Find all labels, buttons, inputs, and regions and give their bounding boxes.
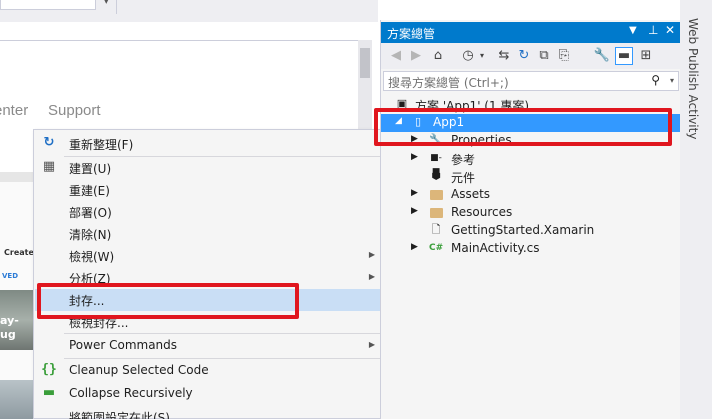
menu-item-view[interactable]: 檢視(W) ▶ [35, 245, 385, 267]
menu-item-label: 部署(O) [69, 206, 112, 220]
expand-arrow-icon[interactable]: ▶ [411, 242, 418, 252]
menu-item-collapse[interactable]: ▬ Collapse Recursively [35, 383, 385, 405]
tree-item-getting-started[interactable]: 🗋 GettingStarted.Xamarin [381, 222, 681, 240]
context-menu: ↻ 重新整理(F) ▦ 建置(U) 重建(E) 部署(O) 清除(N) 檢視(W… [33, 129, 386, 419]
dropdown-arrow-icon[interactable]: ▾ [473, 47, 491, 65]
menu-item-rebuild[interactable]: 重建(E) [35, 179, 385, 201]
menu-item-label: Collapse Recursively [69, 386, 193, 400]
preview-tab: VED [2, 272, 19, 280]
menu-item-label: 重新整理(F) [69, 138, 134, 152]
references-icon: ■-■ [430, 153, 442, 177]
editor-toolbar: ▾ [0, 0, 378, 22]
folder-icon [429, 205, 443, 219]
menu-separator [64, 358, 384, 359]
menu-item-scope-here[interactable]: 將範圍設定在此(S) [35, 406, 385, 419]
collapse-icon: ▬ [42, 385, 56, 400]
toolbar-divider [116, 0, 117, 14]
search-solution-input[interactable]: 搜尋方案總管 (Ctrl+;) ⚲ ▾ [383, 71, 679, 91]
web-nav-support-link[interactable]: Support [48, 102, 101, 119]
menu-item-cleanup-code[interactable]: {} Cleanup Selected Code [35, 360, 385, 382]
preview-selected-icon[interactable]: ▬ [615, 47, 633, 65]
braces-icon: {} [41, 362, 57, 377]
collapse-all-icon[interactable]: ⧉ [535, 47, 553, 65]
scrollbar-thumb[interactable] [360, 48, 370, 78]
forward-icon[interactable]: ▶ [407, 47, 425, 65]
menu-item-label: 將範圍設定在此(S) [69, 411, 170, 419]
pin-icon[interactable]: ⊥ [648, 23, 658, 37]
tree-item-label: GettingStarted.Xamarin [451, 223, 595, 237]
preview-header: Create [4, 248, 34, 257]
menu-item-refresh[interactable]: ↻ 重新整理(F) [35, 133, 385, 155]
tree-item-label: MainActivity.cs [451, 241, 540, 255]
phone-preview: Create VED ay- ug [0, 172, 34, 419]
component-icon: ⬢ [431, 169, 441, 182]
tree-item-resources[interactable]: ▶ Resources [381, 204, 681, 222]
show-all-files-icon[interactable]: ⎘ [555, 47, 573, 65]
tree-item-references[interactable]: ▶ ■-■ 參考 [381, 150, 681, 177]
panel-title-bar: 方案總管 ▼ ⊥ ✕ [381, 22, 681, 43]
dropdown-arrow-icon[interactable]: ▾ [104, 0, 109, 7]
menu-item-clean[interactable]: 清除(N) [35, 223, 385, 245]
menu-item-label: 建置(U) [69, 162, 112, 176]
solution-explorer-panel: 方案總管 ▼ ⊥ ✕ ◀ ▶ ⌂ ◷ ▾ ⇆ ↻ ⧉ ⎘ 🔧 ▬ ⊞ 搜尋方案總… [380, 20, 681, 419]
folder-icon [429, 187, 443, 201]
tree-item-assets[interactable]: ▶ Assets [381, 186, 681, 204]
menu-item-build[interactable]: ▦ 建置(U) [35, 157, 385, 179]
expand-arrow-icon[interactable]: ▶ [411, 206, 418, 216]
sync-icon[interactable]: ⇆ [495, 47, 513, 65]
properties-wrench-icon[interactable]: 🔧 [593, 47, 611, 65]
close-icon[interactable]: ✕ [665, 23, 675, 37]
home-icon[interactable]: ⌂ [429, 47, 447, 65]
solution-explorer-toolbar: ◀ ▶ ⌂ ◷ ▾ ⇆ ↻ ⧉ ⎘ 🔧 ▬ ⊞ [381, 43, 681, 69]
back-icon[interactable]: ◀ [387, 47, 405, 65]
submenu-arrow-icon: ▶ [368, 340, 375, 349]
panel-title: 方案總管 [387, 27, 436, 41]
tree-item-components[interactable]: ⬢ 元件 [381, 168, 681, 186]
tree-item-label: Assets [451, 187, 491, 201]
tree-item-label: 元件 [451, 171, 476, 185]
menu-item-label: 重建(E) [69, 184, 110, 198]
navigation-combo[interactable] [0, 0, 96, 10]
web-nav-center-link[interactable]: enter [0, 102, 28, 119]
refresh-icon[interactable]: ↻ [515, 47, 533, 65]
menu-item-power-commands[interactable]: Power Commands ▶ [35, 335, 385, 357]
submenu-arrow-icon: ▶ [368, 272, 375, 281]
tree-item-label: Resources [451, 205, 513, 219]
submenu-arrow-icon: ▶ [368, 250, 375, 259]
build-icon: ▦ [42, 159, 56, 174]
preview-image-caption: ay- ug [0, 314, 19, 341]
search-placeholder: 搜尋方案總管 (Ctrl+;) [388, 76, 509, 90]
tree-item-label: 參考 [451, 153, 476, 167]
menu-item-label: 檢視(W) [69, 250, 115, 264]
menu-separator [64, 333, 384, 334]
annotation-highlight-archive [37, 283, 299, 319]
dropdown-arrow-icon[interactable]: ▾ [670, 76, 674, 85]
window-position-dropdown-icon[interactable]: ▼ [629, 25, 637, 36]
menu-item-label: Power Commands [69, 338, 178, 352]
menu-item-label: Cleanup Selected Code [69, 363, 209, 377]
file-icon: 🗋 [431, 223, 441, 236]
search-icon[interactable]: ⚲ [651, 73, 660, 87]
preview-status-bar [0, 172, 34, 182]
annotation-highlight-app1 [374, 108, 672, 146]
refresh-icon: ↻ [43, 135, 55, 150]
menu-item-label: 清除(N) [69, 228, 112, 242]
web-publish-activity-tab[interactable]: Web Publish Activity [686, 18, 700, 139]
csharp-icon: C# [429, 243, 444, 253]
class-view-icon[interactable]: ⊞ [637, 47, 655, 65]
expand-arrow-icon[interactable]: ▶ [411, 188, 418, 198]
tree-item-main-activity[interactable]: ▶ C# MainActivity.cs [381, 240, 681, 258]
preview-image [0, 380, 34, 419]
menu-item-deploy[interactable]: 部署(O) [35, 201, 385, 223]
expand-arrow-icon[interactable]: ▶ [411, 152, 418, 162]
